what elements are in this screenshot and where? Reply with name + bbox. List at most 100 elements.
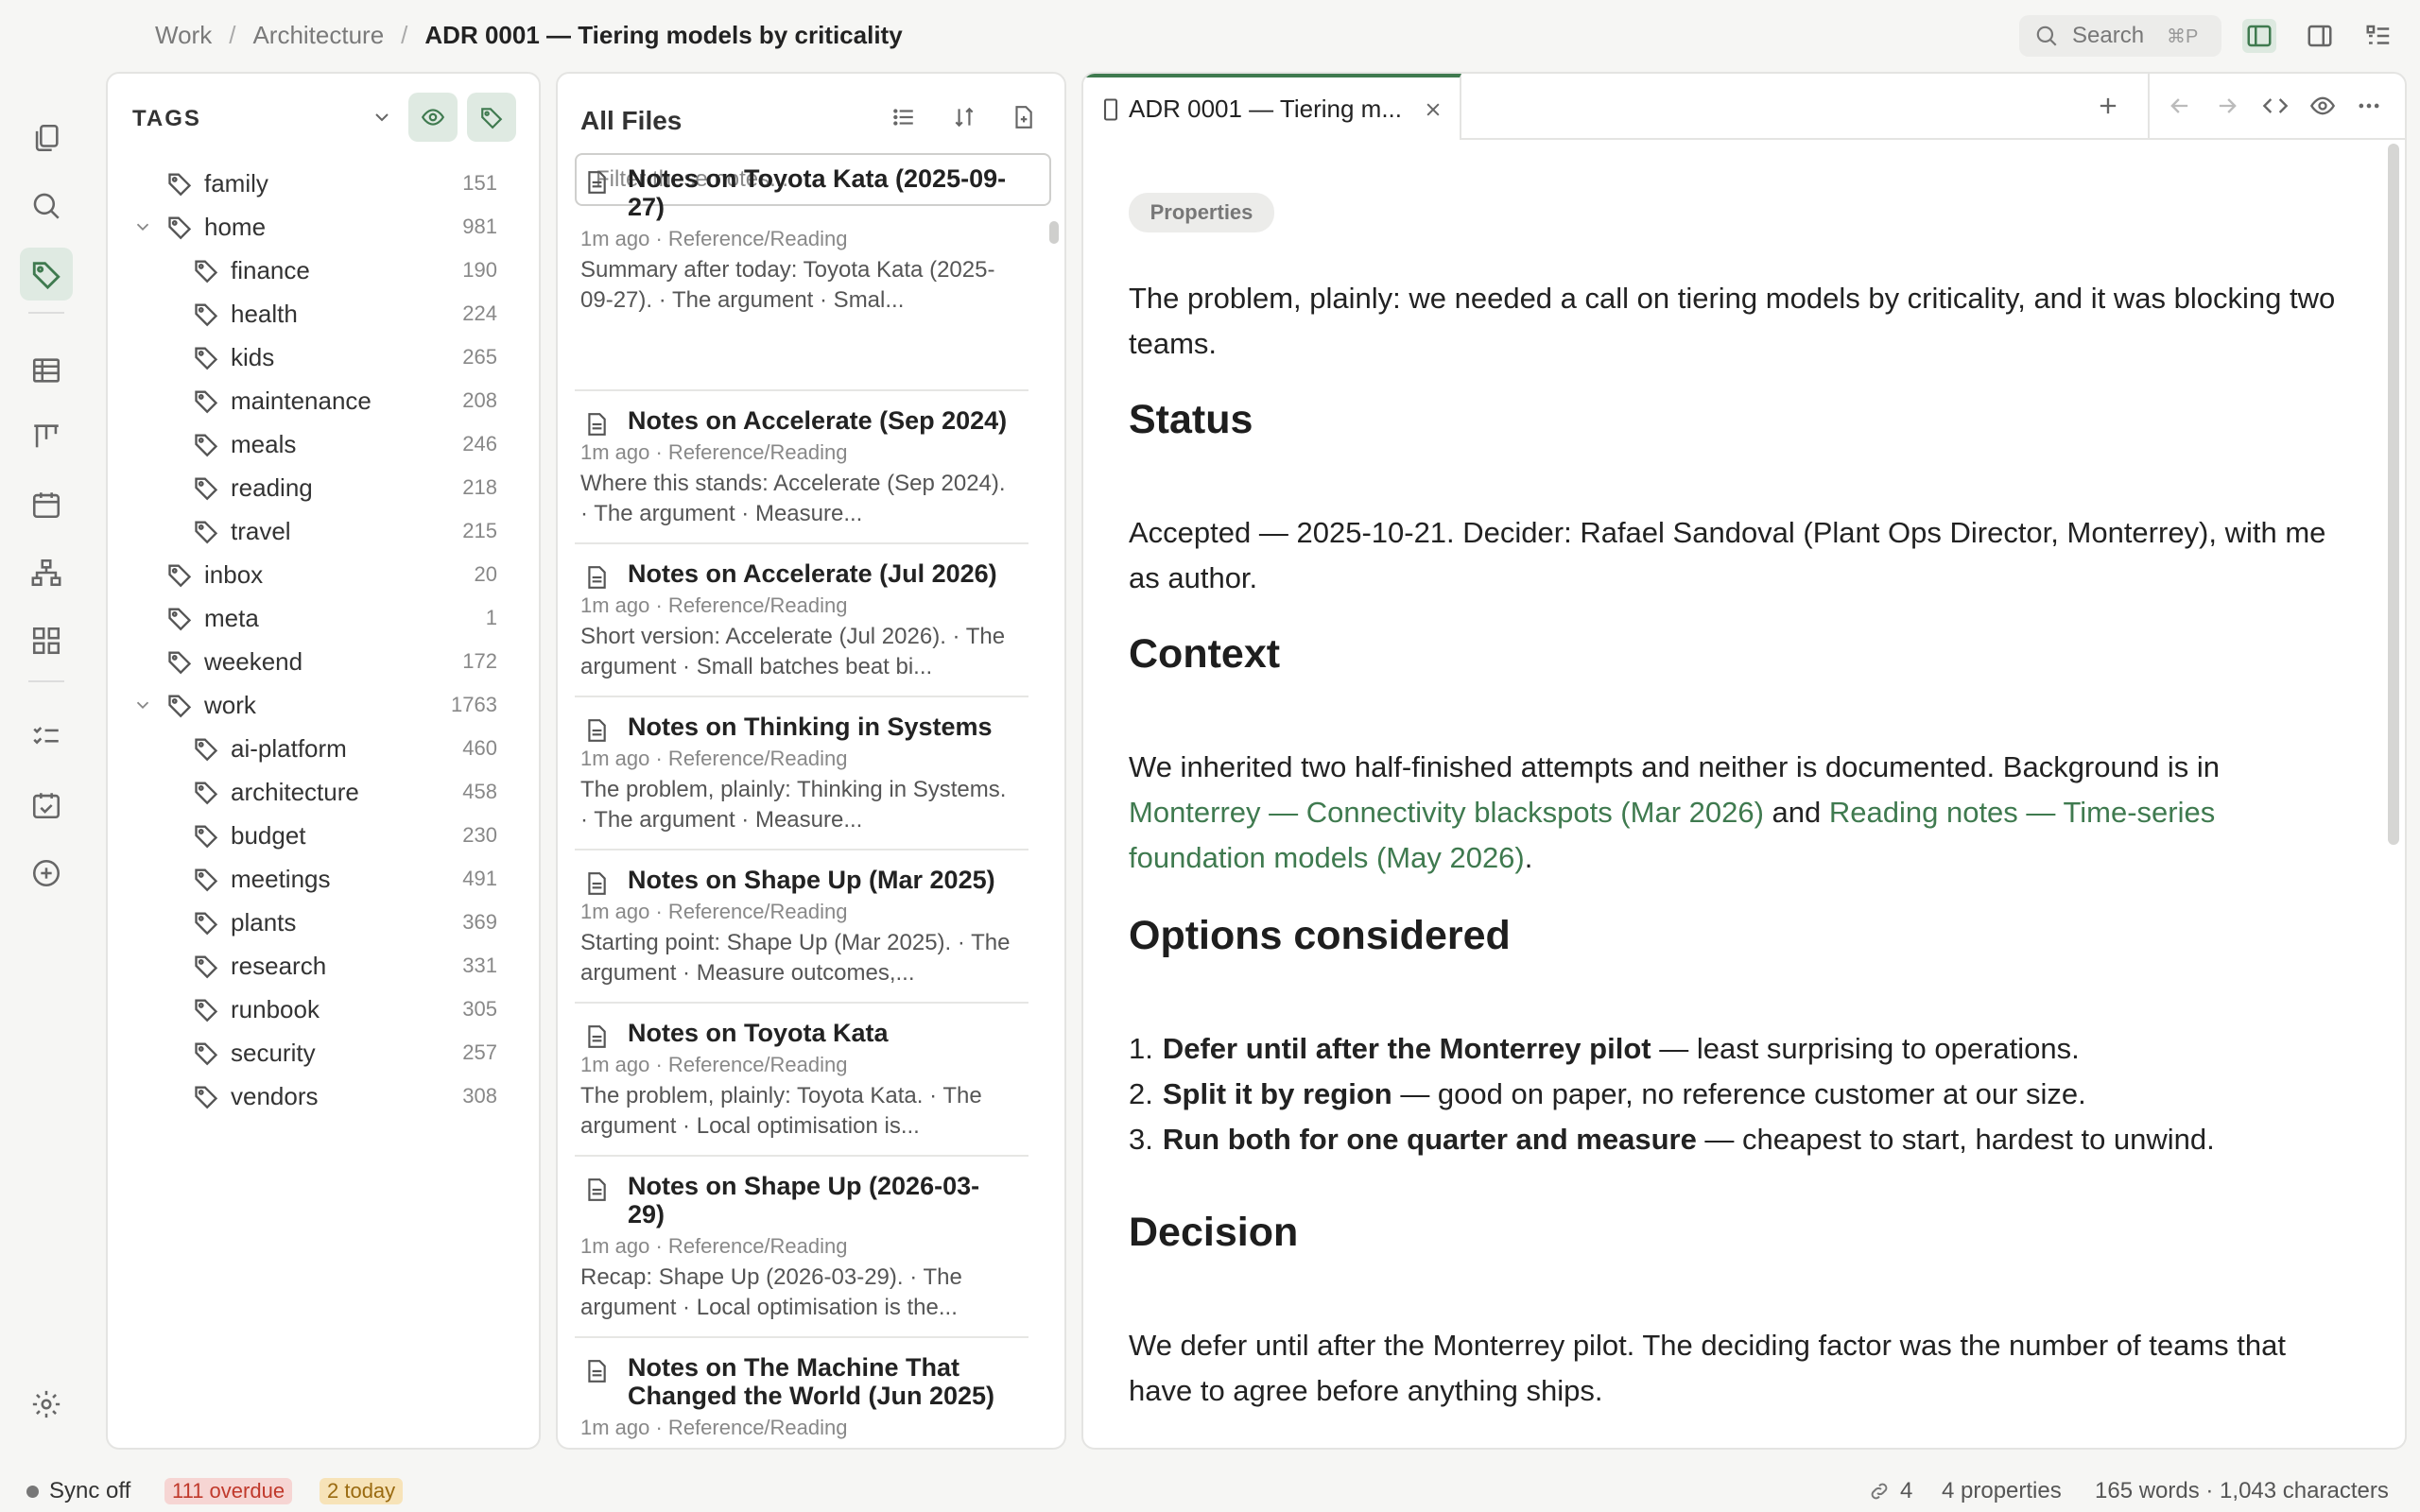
file-icon xyxy=(1103,98,1118,121)
file-list-item[interactable]: Notes on Toyota Kata (2025-09-27) 1m ago … xyxy=(575,151,1028,391)
tag-item-inbox[interactable]: inbox 20 xyxy=(166,554,520,595)
tab-adr-0001[interactable]: ADR 0001 — Tiering m... xyxy=(1083,74,1461,140)
chevron-down-icon[interactable] xyxy=(132,695,153,715)
tasks-view-button[interactable] xyxy=(2361,19,2395,53)
arrow-left-icon[interactable] xyxy=(2167,93,2193,119)
ribbon-divider xyxy=(28,312,64,314)
show-tags-toggle[interactable] xyxy=(408,93,458,142)
tag-icon xyxy=(193,779,219,805)
files-view-button[interactable] xyxy=(20,112,73,164)
close-icon[interactable] xyxy=(1424,100,1443,119)
tag-icon xyxy=(193,735,219,762)
tag-item-travel[interactable]: travel 215 xyxy=(193,510,520,552)
tag-item-kids[interactable]: kids 265 xyxy=(193,336,520,378)
graph-view-button[interactable] xyxy=(20,546,73,599)
file-list-item[interactable]: Notes on Toyota Kata 1m ago · Reference/R… xyxy=(575,1005,1028,1157)
file-list-item[interactable]: Notes on Accelerate (Sep 2024) 1m ago · R… xyxy=(575,393,1028,544)
file-list-item[interactable]: Notes on The Machine That Changed the Wo… xyxy=(575,1340,1028,1448)
tag-icon xyxy=(32,262,60,290)
tag-count: 218 xyxy=(462,475,497,499)
tag-icon xyxy=(166,605,193,631)
tag-item-work[interactable]: work 1763 xyxy=(166,684,520,726)
new-item-button[interactable] xyxy=(20,847,73,900)
sync-status[interactable]: Sync off xyxy=(49,1478,130,1504)
new-note-button[interactable] xyxy=(998,93,1047,142)
tag-item-family[interactable]: family 151 xyxy=(166,163,520,204)
more-options-icon[interactable] xyxy=(2356,93,2382,119)
heading-context: Context xyxy=(1129,631,1281,677)
tag-item-meta[interactable]: meta 1 xyxy=(166,597,520,639)
tag-item-research[interactable]: research 331 xyxy=(193,945,520,987)
file-list-item[interactable]: Notes on Shape Up (Mar 2025) 1m ago · Ref… xyxy=(575,852,1028,1004)
note-file-icon xyxy=(586,1359,607,1383)
tag-item-home[interactable]: home 981 xyxy=(166,206,520,248)
code-icon[interactable] xyxy=(2261,93,2290,119)
left-sidebar-icon xyxy=(2247,25,2272,47)
tag-item-meals[interactable]: meals 246 xyxy=(193,423,520,465)
tasks-list-button[interactable] xyxy=(20,711,73,764)
file-meta: 1m ago · Reference/Reading xyxy=(580,227,848,250)
chevron-down-icon[interactable] xyxy=(132,216,153,237)
tag-item-meetings[interactable]: meetings 491 xyxy=(193,858,520,900)
calendar-view-button[interactable] xyxy=(20,478,73,531)
arrow-right-icon[interactable] xyxy=(2214,93,2240,119)
tag-item-plants[interactable]: plants 369 xyxy=(193,902,520,943)
context-link-connectivity[interactable]: Monterrey — Connectivity blackspots (Mar… xyxy=(1129,796,1764,829)
backlinks-count[interactable]: 4 xyxy=(1900,1478,1912,1504)
tag-mode-toggle[interactable] xyxy=(467,93,516,142)
tag-item-budget[interactable]: budget 230 xyxy=(193,815,520,856)
tag-item-weekend[interactable]: weekend 172 xyxy=(166,641,520,682)
sort-icon xyxy=(955,107,974,128)
tag-icon xyxy=(166,214,193,240)
tag-count: 172 xyxy=(462,649,497,673)
file-list-item[interactable]: Notes on Shape Up (2026-03-29) 1m ago · R… xyxy=(575,1159,1028,1338)
toggle-right-sidebar-button[interactable] xyxy=(2303,19,2337,53)
properties-toggle[interactable]: Properties xyxy=(1129,193,1274,232)
search-view-button[interactable] xyxy=(20,180,73,232)
tag-item-maintenance[interactable]: maintenance 208 xyxy=(193,380,520,421)
sort-button[interactable] xyxy=(940,93,989,142)
option-list-item: 2. Split it by region — good on paper, no… xyxy=(1129,1072,2348,1117)
search-icon xyxy=(33,193,60,219)
kanban-view-button[interactable] xyxy=(20,410,73,463)
tag-item-reading[interactable]: reading 218 xyxy=(193,467,520,508)
eye-icon[interactable] xyxy=(2308,93,2337,119)
file-title: Notes on Thinking in Systems xyxy=(628,713,993,741)
tags-view-button[interactable] xyxy=(20,248,73,301)
tag-label: vendors xyxy=(231,1081,319,1110)
editor-scrollbar[interactable] xyxy=(2388,144,2399,845)
tag-item-vendors[interactable]: vendors 308 xyxy=(193,1075,520,1117)
file-list-item[interactable]: Notes on Accelerate (Jul 2026) 1m ago · R… xyxy=(575,546,1028,697)
tag-label: runbook xyxy=(231,994,320,1023)
overdue-badge[interactable]: 111 overdue xyxy=(164,1478,293,1504)
search-button[interactable]: Search ⌘P xyxy=(2019,15,2221,57)
settings-button[interactable] xyxy=(20,1378,73,1431)
new-tab-plus-icon[interactable] xyxy=(2095,93,2121,119)
task-list-icon xyxy=(33,727,59,745)
status-bar: Sync off 111 overdue 2 today 4 4 propert… xyxy=(0,1470,2420,1512)
file-list-item[interactable]: Notes on Thinking in Systems 1m ago · Ref… xyxy=(575,699,1028,850)
link-icon xyxy=(1871,1483,1888,1500)
breadcrumb-work[interactable]: Work xyxy=(155,21,212,50)
right-sidebar-icon xyxy=(2308,25,2332,47)
collapse-all-button[interactable] xyxy=(357,93,406,142)
toggle-left-sidebar-button[interactable] xyxy=(2242,19,2276,53)
tag-item-architecture[interactable]: architecture 458 xyxy=(193,771,520,813)
tag-item-finance[interactable]: finance 190 xyxy=(193,249,520,291)
tag-item-security[interactable]: security 257 xyxy=(193,1032,520,1074)
file-title: Notes on Accelerate (Jul 2026) xyxy=(628,559,997,588)
files-scrollbar[interactable] xyxy=(1049,221,1059,244)
search-shortcut: ⌘P xyxy=(2167,26,2199,47)
dashboard-view-button[interactable] xyxy=(20,614,73,667)
today-badge[interactable]: 2 today xyxy=(320,1478,404,1504)
tag-item-ai-platform[interactable]: ai-platform 460 xyxy=(193,728,520,769)
tag-label: inbox xyxy=(204,559,264,589)
file-meta: 1m ago · Reference/Reading xyxy=(580,900,848,923)
tag-item-runbook[interactable]: runbook 305 xyxy=(193,988,520,1030)
daily-note-button[interactable] xyxy=(20,779,73,832)
list-view-button[interactable] xyxy=(879,93,928,142)
breadcrumb-architecture[interactable]: Architecture xyxy=(252,21,384,50)
tag-icon xyxy=(193,1083,219,1109)
table-view-button[interactable] xyxy=(20,344,73,397)
tag-item-health[interactable]: health 224 xyxy=(193,293,520,335)
